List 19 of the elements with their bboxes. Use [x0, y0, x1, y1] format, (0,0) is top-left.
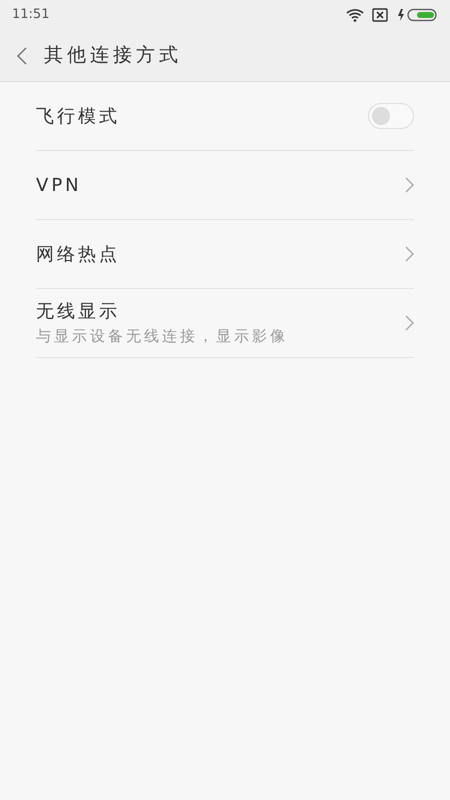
settings-row[interactable]: VPN	[36, 151, 414, 220]
toggle-switch[interactable]	[368, 103, 414, 129]
settings-row[interactable]: 无线显示 与显示设备无线连接，显示影像	[36, 289, 414, 358]
charging-battery-icon	[396, 8, 438, 22]
status-time: 11:51	[12, 6, 50, 24]
no-sim-icon	[372, 8, 388, 22]
chevron-right-icon	[405, 177, 414, 193]
row-label: 无线显示	[36, 300, 121, 324]
wifi-icon	[346, 8, 364, 22]
chevron-right-icon	[405, 246, 414, 262]
row-description: 与显示设备无线连接，显示影像	[36, 326, 288, 348]
settings-row[interactable]: 网络热点	[36, 220, 414, 289]
page-title: 其他连接方式	[44, 43, 182, 68]
settings-row[interactable]: 飞行模式	[36, 82, 414, 151]
row-label: VPN	[36, 174, 82, 198]
row-label: 飞行模式	[36, 104, 120, 128]
row-label: 网络热点	[36, 242, 120, 266]
chevron-right-icon	[405, 315, 414, 331]
back-icon[interactable]	[16, 46, 28, 66]
